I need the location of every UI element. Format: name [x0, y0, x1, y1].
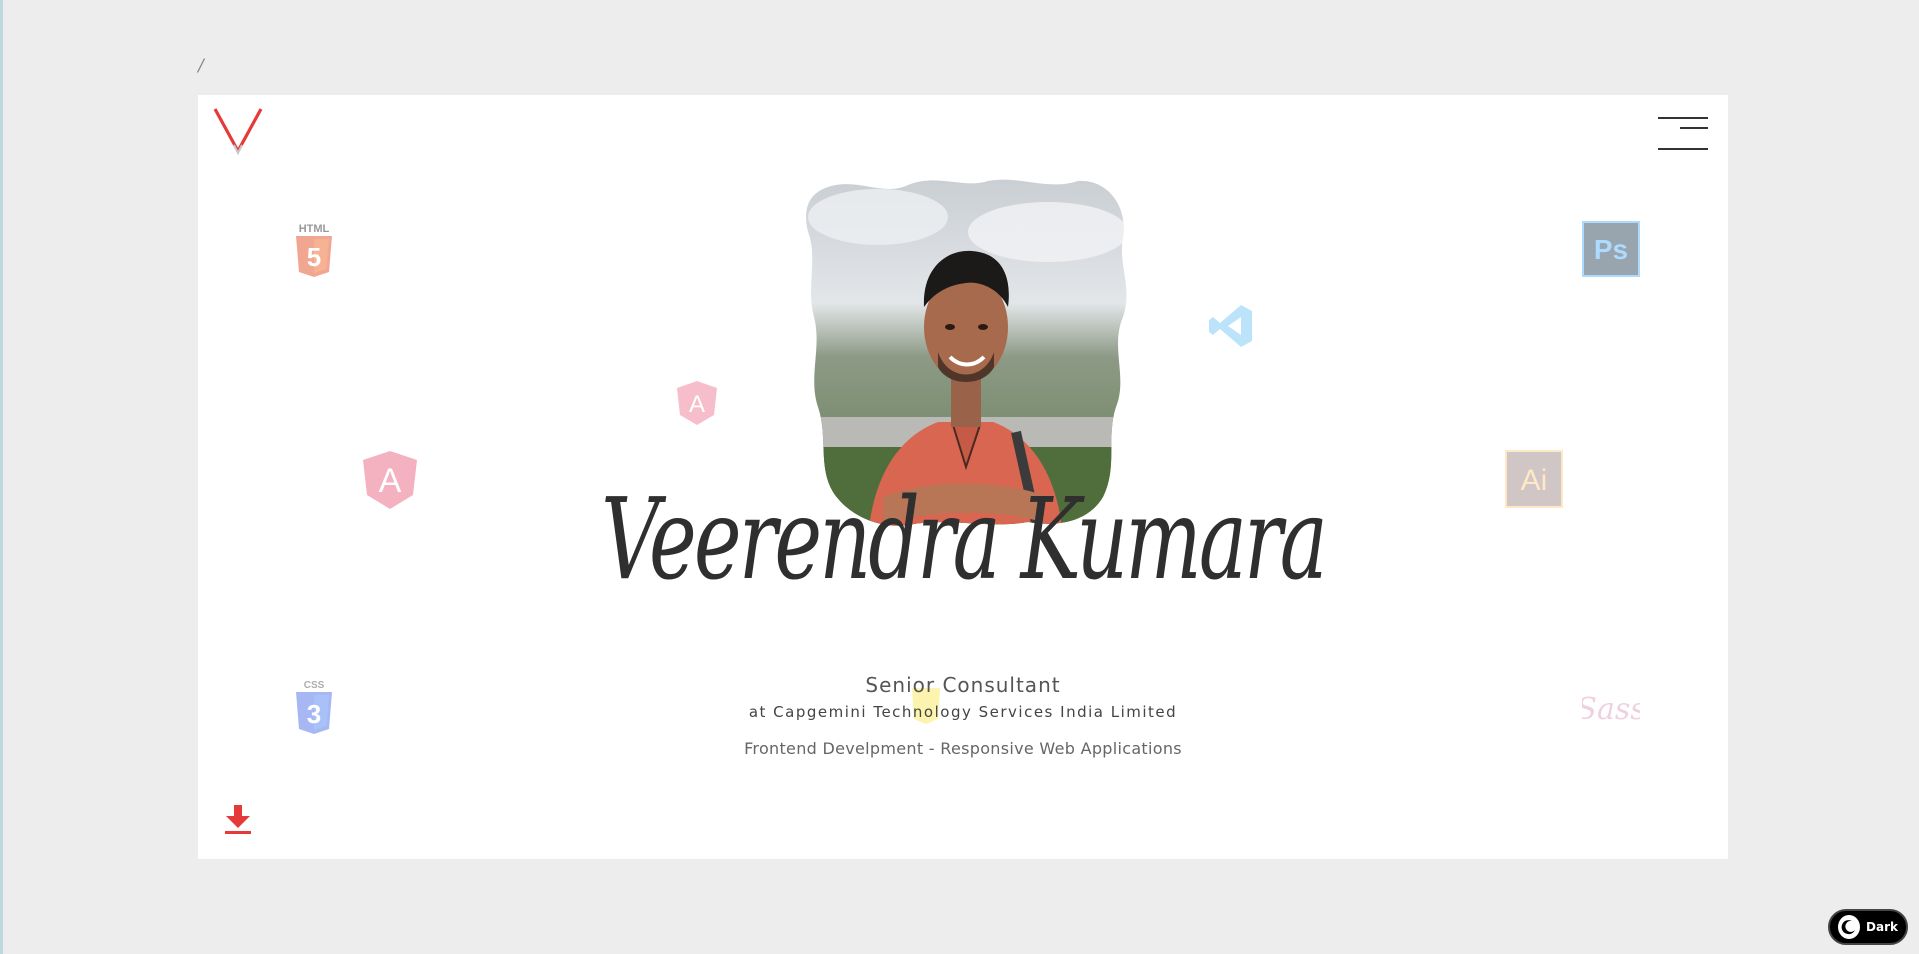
- hero-focus: Frontend Develpment - Responsive Web App…: [744, 739, 1182, 758]
- angular-label-small: A: [689, 391, 705, 418]
- html5-icon: HTML 5: [293, 220, 335, 280]
- angular-icon-small: A: [676, 380, 718, 426]
- html5-glyph: 5: [307, 242, 321, 272]
- illustrator-label: Ai: [1521, 464, 1548, 497]
- html5-label: HTML: [299, 223, 330, 235]
- hero-role: Senior Consultant: [865, 673, 1061, 697]
- download-icon[interactable]: [223, 803, 253, 835]
- hero-company: at Capgemini Technology Services India L…: [748, 703, 1178, 721]
- photoshop-label: Ps: [1594, 234, 1628, 265]
- theme-toggle-button[interactable]: Dark: [1828, 909, 1908, 945]
- logo-icon[interactable]: [212, 107, 264, 157]
- theme-toggle-label: Dark: [1866, 920, 1898, 934]
- hero-name: Veerendra Kumara: [601, 475, 1328, 605]
- hero-card: HTML 5 Ps A A Ai CSS 3 as Veerendra Kuma…: [198, 95, 1728, 859]
- vscode-icon: [1208, 303, 1254, 349]
- moon-icon: [1838, 915, 1861, 939]
- angular-icon: A: [362, 450, 418, 510]
- breadcrumb: /: [198, 56, 204, 76]
- hamburger-menu-icon[interactable]: [1656, 117, 1708, 151]
- photoshop-icon: Ps: [1582, 221, 1640, 277]
- angular-label: A: [379, 462, 402, 500]
